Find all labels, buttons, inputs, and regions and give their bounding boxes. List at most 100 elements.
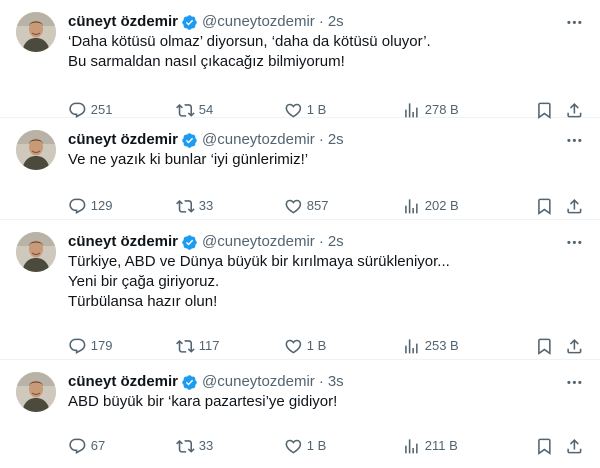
display-name[interactable]: cüneyt özdemir <box>68 372 178 392</box>
retweet-icon <box>176 103 195 117</box>
share-button[interactable] <box>565 436 584 456</box>
tweet-text: ABD büyük bir ‘kara pazartesi’ye gidiyor… <box>68 392 584 412</box>
reply-icon <box>69 102 86 118</box>
bookmark-button[interactable] <box>535 436 554 456</box>
view-count: 202 B <box>424 198 459 213</box>
bookmark-icon <box>538 438 551 455</box>
reply-icon <box>69 438 86 454</box>
verified-badge-icon <box>181 374 198 391</box>
reply-count: 129 <box>90 198 113 213</box>
share-button[interactable] <box>565 100 584 120</box>
timestamp[interactable]: 2s <box>328 232 344 252</box>
tweet[interactable]: cüneyt özdemir @cuneytozdemir · 2s ‘Daha… <box>0 0 600 120</box>
share-button[interactable] <box>565 196 584 216</box>
display-name[interactable]: cüneyt özdemir <box>68 232 178 252</box>
retweet-count: 54 <box>198 102 214 117</box>
more-button[interactable] <box>564 130 584 150</box>
heart-icon <box>285 439 302 454</box>
tweet-text-line: Türbülansa hazır olun! <box>68 293 218 310</box>
tweet[interactable]: cüneyt özdemir @cuneytozdemir · 2s Ve ne… <box>0 118 600 220</box>
like-count: 1 B <box>306 438 327 453</box>
handle[interactable]: @cuneytozdemir <box>202 232 315 252</box>
tweet[interactable]: cüneyt özdemir @cuneytozdemir · 2s Türki… <box>0 220 600 360</box>
more-icon <box>566 20 582 24</box>
view-count: 211 B <box>424 438 458 453</box>
action-bar: 67 33 1 B 211 B <box>68 424 584 468</box>
bookmark-button[interactable] <box>535 196 554 216</box>
reply-button[interactable]: 129 <box>68 196 112 216</box>
more-button[interactable] <box>564 232 584 252</box>
views-button[interactable]: 278 B <box>402 100 459 120</box>
more-button[interactable] <box>564 12 584 32</box>
views-icon <box>405 338 418 354</box>
display-name[interactable]: cüneyt özdemir <box>68 130 178 150</box>
reply-icon <box>69 198 86 214</box>
views-button[interactable]: 253 B <box>402 336 459 356</box>
share-button[interactable] <box>565 336 584 356</box>
separator-dot: · <box>318 373 324 390</box>
views-icon <box>405 102 418 118</box>
share-icon <box>567 102 582 118</box>
display-name[interactable]: cüneyt özdemir <box>68 12 178 32</box>
views-icon <box>405 438 418 454</box>
retweet-icon <box>176 439 195 453</box>
retweet-icon <box>176 339 195 353</box>
heart-icon <box>285 199 302 214</box>
verified-badge-icon <box>181 132 198 149</box>
retweet-button[interactable]: 33 <box>176 436 213 456</box>
views-button[interactable]: 202 B <box>402 196 459 216</box>
heart-icon <box>285 103 302 118</box>
more-button[interactable] <box>564 372 584 392</box>
more-icon <box>566 380 582 384</box>
avatar[interactable] <box>16 130 56 170</box>
share-icon <box>567 198 582 214</box>
views-button[interactable]: 211 B <box>402 436 458 456</box>
retweet-button[interactable]: 117 <box>176 336 219 356</box>
view-count: 253 B <box>424 338 459 353</box>
avatar[interactable] <box>16 372 56 412</box>
retweet-button[interactable]: 54 <box>176 100 213 120</box>
retweet-button[interactable]: 33 <box>176 196 213 216</box>
bookmark-icon <box>538 198 551 215</box>
timestamp[interactable]: 2s <box>328 12 344 32</box>
tweet-text-line: Ve ne yazık ki bunlar ‘iyi günlerimiz!’ <box>68 151 309 168</box>
like-count: 1 B <box>306 338 327 353</box>
retweet-count: 33 <box>198 438 214 453</box>
heart-icon <box>285 339 302 354</box>
tweet-text-line: Yeni bir çağa giriyoruz. <box>68 273 220 290</box>
tweet-header: cüneyt özdemir @cuneytozdemir · 2s <box>68 12 584 32</box>
views-icon <box>405 198 418 214</box>
separator-dot: · <box>318 13 324 30</box>
tweet-text-line: Bu sarmaldan nasıl çıkacağız bilmiyorum! <box>68 53 345 70</box>
reply-button[interactable]: 179 <box>68 336 112 356</box>
like-button[interactable]: 857 <box>284 196 328 216</box>
tweet-text-line: Türkiye, ABD ve Dünya büyük bir kırılmay… <box>68 253 450 270</box>
like-count: 1 B <box>306 102 327 117</box>
bookmark-button[interactable] <box>535 336 554 356</box>
tweet-text: ‘Daha kötüsü olmaz’ diyorsun, ‘daha da k… <box>68 32 584 72</box>
reply-button[interactable]: 67 <box>68 436 105 456</box>
reply-count: 179 <box>90 338 113 353</box>
retweet-count: 33 <box>198 198 214 213</box>
bookmark-icon <box>538 102 551 119</box>
reply-button[interactable]: 251 <box>68 100 112 120</box>
timestamp[interactable]: 2s <box>328 130 344 150</box>
avatar[interactable] <box>16 232 56 272</box>
bookmark-button[interactable] <box>535 100 554 120</box>
like-button[interactable]: 1 B <box>284 100 326 120</box>
tweet-text-line: ABD büyük bir ‘kara pazartesi’ye gidiyor… <box>68 393 338 410</box>
like-button[interactable]: 1 B <box>284 436 326 456</box>
handle[interactable]: @cuneytozdemir <box>202 372 315 392</box>
timestamp[interactable]: 3s <box>328 372 344 392</box>
avatar[interactable] <box>16 12 56 52</box>
tweet-text: Ve ne yazık ki bunlar ‘iyi günlerimiz!’ <box>68 150 584 170</box>
tweet-feed: cüneyt özdemir @cuneytozdemir · 2s ‘Daha… <box>0 0 600 457</box>
handle[interactable]: @cuneytozdemir <box>202 12 315 32</box>
like-button[interactable]: 1 B <box>284 336 326 356</box>
tweet-header: cüneyt özdemir @cuneytozdemir · 3s <box>68 372 584 392</box>
more-icon <box>566 138 582 142</box>
tweet[interactable]: cüneyt özdemir @cuneytozdemir · 3s ABD b… <box>0 360 600 457</box>
handle[interactable]: @cuneytozdemir <box>202 130 315 150</box>
tweet-header: cüneyt özdemir @cuneytozdemir · 2s <box>68 232 584 252</box>
reply-icon <box>69 338 86 354</box>
